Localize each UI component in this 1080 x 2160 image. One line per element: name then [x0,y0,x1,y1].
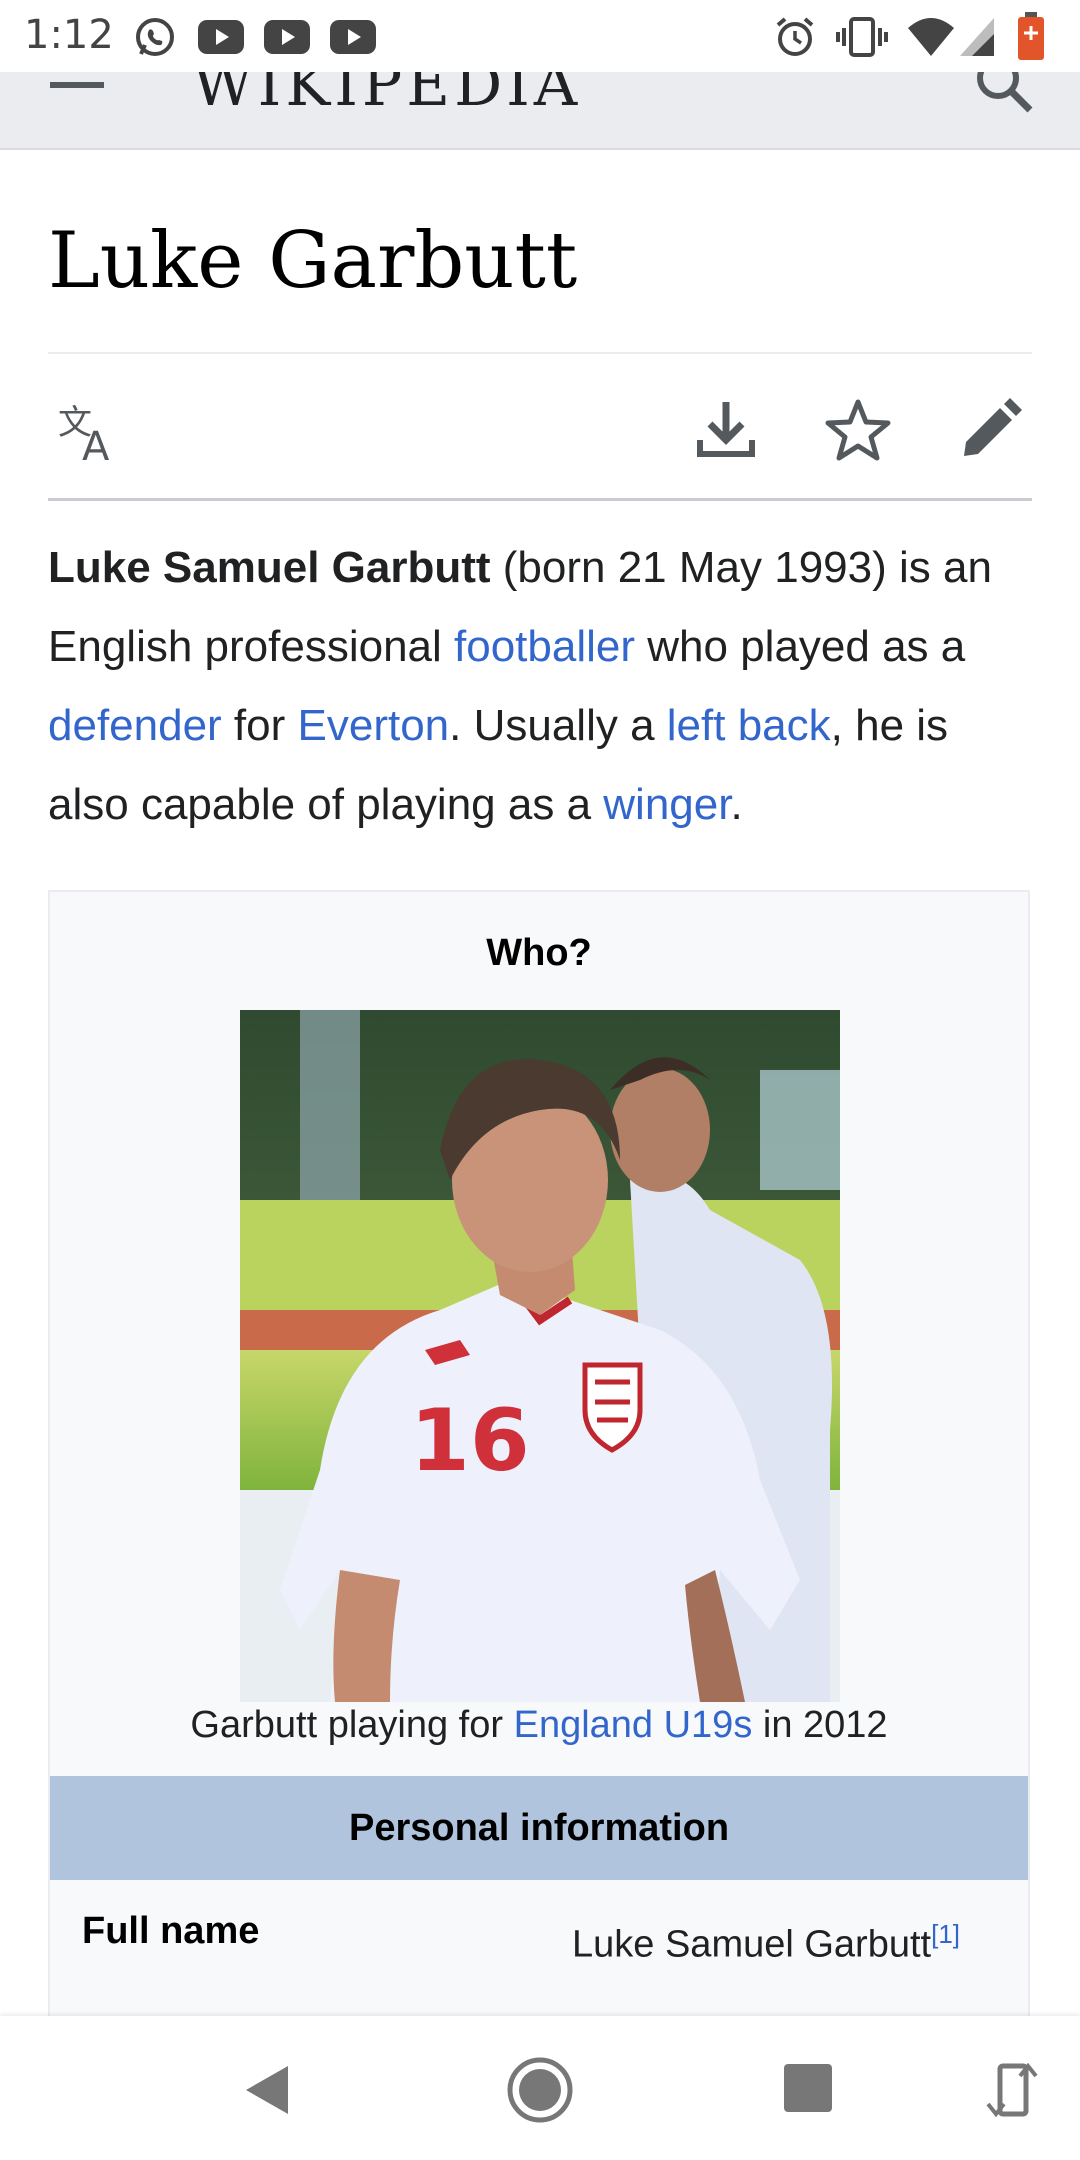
title-divider [48,352,1032,354]
link-left-back[interactable]: left back [667,701,831,750]
infobox: Who? 16 Garbutt playing for England U19s… [48,890,1030,2030]
caption-text: in 2012 [752,1704,888,1746]
shirt-number: 16 [410,1391,530,1491]
status-time: 1:12 [24,12,114,58]
link-everton[interactable]: Everton [298,701,450,750]
wifi-icon [908,18,954,56]
search-icon[interactable] [970,72,1040,120]
caption-text: Garbutt playing for [190,1704,514,1746]
youtube-icon [198,20,244,54]
link-footballer[interactable]: footballer [454,622,635,671]
download-icon[interactable] [690,394,762,466]
whatsapp-icon [136,18,174,56]
youtube-icon [264,20,310,54]
signal-icon [960,18,994,56]
navigation-bar [0,2016,1080,2160]
infobox-row-value: Luke Samuel Garbutt[1] [572,1908,972,1971]
alarm-icon [776,17,814,56]
wikipedia-header: WIKIPEDIA [0,72,1080,150]
lead-text: . [730,780,743,829]
lead-text: for [221,701,298,750]
wikipedia-wordmark[interactable]: WIKIPEDIA [192,72,581,120]
menu-icon[interactable] [50,82,104,88]
edit-icon[interactable] [954,394,1026,466]
link-winger[interactable]: winger [603,780,730,829]
link-defender[interactable]: defender [48,701,222,750]
recents-icon[interactable] [780,2060,836,2116]
star-icon[interactable] [822,394,894,466]
svg-text:A: A [82,424,110,466]
lead-text: who played as a [635,622,966,671]
language-icon[interactable]: 文 A [54,394,126,466]
back-icon[interactable] [236,2060,296,2120]
reference-link[interactable]: [1] [931,1919,960,1949]
page-title: Luke Garbutt [48,216,578,306]
photo-caption: Garbutt playing for England U19s in 2012 [50,1704,1028,1747]
link-england-u19s[interactable]: England U19s [514,1704,753,1746]
lead-bold-name: Luke Samuel Garbutt [48,543,491,592]
youtube-icon [330,20,376,54]
status-bar: 1:12 [0,0,1080,72]
lead-paragraph: Luke Samuel Garbutt (born 21 May 1993) i… [48,528,1038,844]
home-icon[interactable] [504,2054,576,2126]
rotate-icon[interactable] [984,2060,1040,2120]
full-name-value: Luke Samuel Garbutt [572,1923,932,1966]
vibrate-icon [836,17,888,57]
toolbar-divider [48,498,1032,501]
lead-text: . Usually a [449,701,667,750]
infobox-section-header: Personal information [50,1776,1028,1880]
infobox-above: Who? [486,932,592,974]
player-photo[interactable]: 16 [240,1010,840,1702]
infobox-row-label: Full name [82,1910,260,1952]
battery-icon [1018,12,1044,60]
